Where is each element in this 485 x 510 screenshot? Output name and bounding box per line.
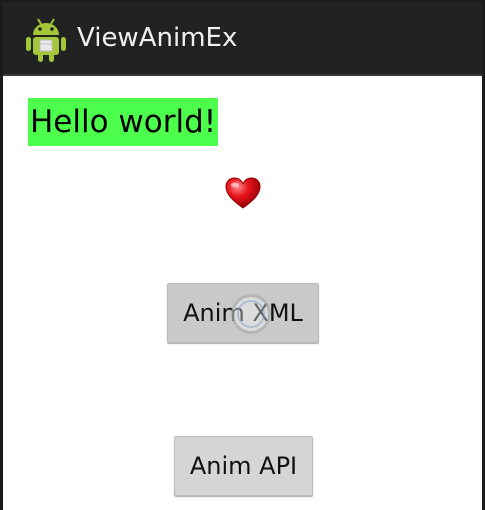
android-robot-icon — [26, 18, 66, 62]
action-bar: ViewAnimEx — [3, 2, 482, 76]
anim-xml-button[interactable]: Anim XML — [167, 283, 319, 343]
anim-api-button[interactable]: Anim API — [174, 436, 313, 496]
heart-icon — [225, 177, 261, 209]
hello-text: Hello world! — [28, 98, 219, 146]
app-title: ViewAnimEx — [77, 23, 238, 53]
app-window: ViewAnimEx Hello world! Anim XML Anim AP… — [0, 0, 485, 510]
